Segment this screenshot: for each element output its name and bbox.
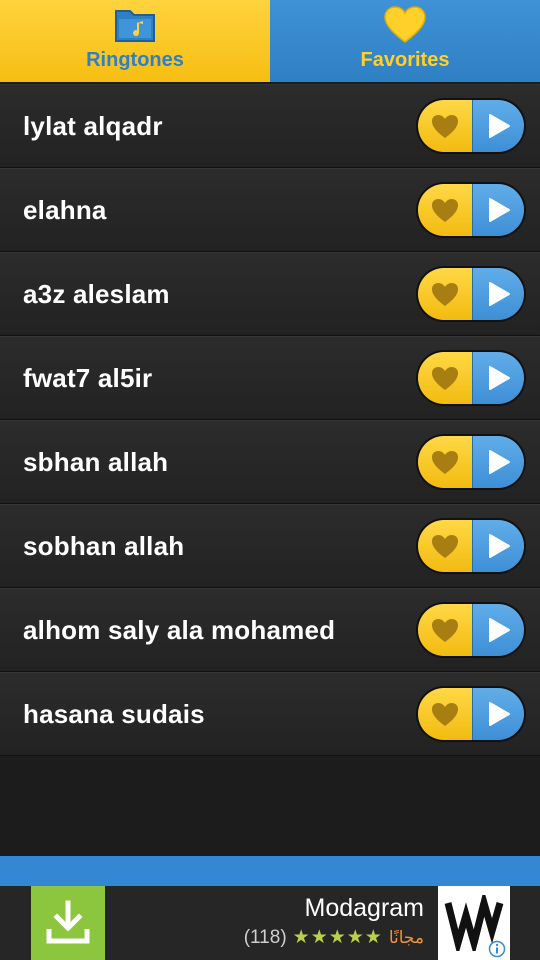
list-item[interactable]: elahna bbox=[0, 168, 540, 252]
heart-icon bbox=[432, 114, 458, 138]
ringtone-actions bbox=[418, 352, 524, 404]
ringtone-title: elahna bbox=[23, 194, 107, 225]
info-icon[interactable] bbox=[488, 940, 506, 960]
play-button[interactable] bbox=[472, 436, 524, 488]
list-item[interactable]: sbhan allah bbox=[0, 420, 540, 504]
list-item[interactable]: sobhan allah bbox=[0, 504, 540, 588]
play-button[interactable] bbox=[472, 268, 524, 320]
ad-rating-stars: ★★★★★ bbox=[292, 927, 383, 948]
tab-favorites-label: Favorites bbox=[360, 49, 450, 71]
play-button[interactable] bbox=[472, 688, 524, 740]
ringtone-title: lylat alqadr bbox=[23, 110, 163, 141]
heart-icon bbox=[432, 534, 458, 558]
list-item[interactable]: fwat7 al5ir bbox=[0, 336, 540, 420]
favorite-button[interactable] bbox=[418, 604, 472, 656]
ringtone-title: fwat7 al5ir bbox=[23, 362, 153, 393]
heart-icon bbox=[432, 282, 458, 306]
play-button[interactable] bbox=[472, 520, 524, 572]
favorite-button[interactable] bbox=[418, 268, 472, 320]
ringtone-actions bbox=[418, 100, 524, 152]
heart-icon bbox=[432, 450, 458, 474]
ringtone-title: alhom saly ala mohamed bbox=[23, 614, 336, 645]
ringtone-actions bbox=[418, 604, 524, 656]
favorite-button[interactable] bbox=[418, 688, 472, 740]
ringtone-title: sbhan allah bbox=[23, 446, 169, 477]
heart-icon bbox=[384, 5, 426, 45]
heart-icon bbox=[432, 366, 458, 390]
tab-bar: Ringtones Favorites bbox=[0, 0, 540, 82]
play-button[interactable] bbox=[472, 184, 524, 236]
play-icon bbox=[488, 282, 510, 306]
play-button[interactable] bbox=[472, 100, 524, 152]
list-item[interactable]: lylat alqadr bbox=[0, 84, 540, 168]
ringtone-title: sobhan allah bbox=[23, 530, 185, 561]
download-icon bbox=[46, 900, 90, 944]
heart-icon bbox=[432, 198, 458, 222]
play-icon bbox=[488, 366, 510, 390]
play-icon bbox=[488, 114, 510, 138]
ringtone-actions bbox=[418, 436, 524, 488]
list-item[interactable]: a3z aleslam bbox=[0, 252, 540, 336]
list-item[interactable]: alhom saly ala mohamed bbox=[0, 588, 540, 672]
heart-icon bbox=[432, 618, 458, 642]
favorite-button[interactable] bbox=[418, 436, 472, 488]
ringtone-title: hasana sudais bbox=[23, 698, 205, 729]
favorite-button[interactable] bbox=[418, 100, 472, 152]
heart-icon bbox=[432, 702, 458, 726]
play-button[interactable] bbox=[472, 604, 524, 656]
ad-banner[interactable]: Modagram (118) ★★★★★ مجانًا bbox=[0, 886, 540, 960]
ringtone-actions bbox=[418, 520, 524, 572]
ad-rating-count: (118) bbox=[243, 926, 287, 948]
ringtone-title: a3z aleslam bbox=[23, 278, 170, 309]
tab-ringtones[interactable]: Ringtones bbox=[0, 0, 270, 82]
play-button[interactable] bbox=[472, 352, 524, 404]
ad-price-label: مجانًا bbox=[388, 927, 424, 947]
play-icon bbox=[488, 618, 510, 642]
ringtone-actions bbox=[418, 184, 524, 236]
ad-download-button[interactable] bbox=[31, 886, 105, 960]
play-icon bbox=[488, 534, 510, 558]
play-icon bbox=[488, 702, 510, 726]
play-icon bbox=[488, 198, 510, 222]
ad-meta: (118) ★★★★★ مجانًا bbox=[244, 926, 424, 949]
folder-music-icon bbox=[113, 5, 157, 45]
tab-favorites[interactable]: Favorites bbox=[270, 0, 540, 82]
favorite-button[interactable] bbox=[418, 520, 472, 572]
favorite-button[interactable] bbox=[418, 352, 472, 404]
favorite-button[interactable] bbox=[418, 184, 472, 236]
list-item[interactable]: hasana sudais bbox=[0, 672, 540, 756]
bottom-bar bbox=[0, 856, 540, 886]
ad-app-name: Modagram bbox=[304, 894, 425, 922]
ringtone-actions bbox=[418, 688, 524, 740]
play-icon bbox=[488, 450, 510, 474]
tab-ringtones-label: Ringtones bbox=[86, 49, 184, 71]
ringtone-list: lylat alqadr elahna a3z aleslam fwat7 al… bbox=[0, 84, 540, 756]
ringtone-actions bbox=[418, 268, 524, 320]
